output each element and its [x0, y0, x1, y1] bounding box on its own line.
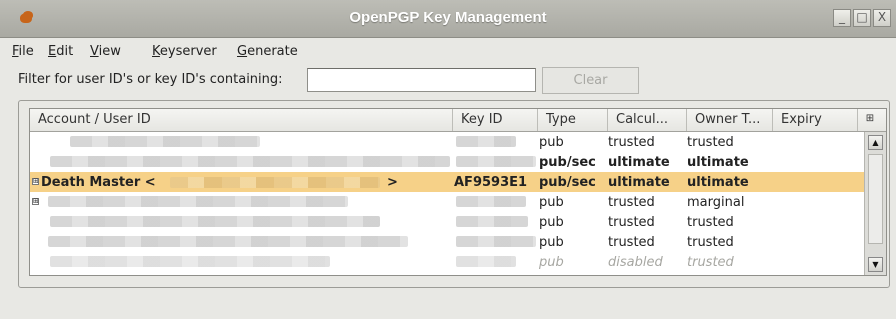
row-type: pub	[539, 215, 564, 230]
row-owner-trust: trusted	[687, 135, 734, 150]
redacted-user-id	[50, 216, 380, 227]
menu-keyserver-label: eyserver	[159, 44, 217, 59]
menu-file-label: ile	[18, 44, 34, 59]
row-owner-trust: marginal	[687, 195, 745, 210]
key-table[interactable]: Account / User ID Key ID Type Calcul... …	[29, 108, 887, 276]
clear-button[interactable]: Clear	[542, 67, 639, 94]
minimize-button[interactable]: _	[833, 9, 851, 27]
redacted-key-id	[456, 256, 516, 267]
menu-file[interactable]: File	[12, 44, 34, 59]
table-row-selected[interactable]: ⊞ Death Master < > AF9593E1 pub/sec ulti…	[30, 172, 864, 192]
row-type: pub/sec	[539, 175, 596, 190]
column-header-owner-trust[interactable]: Owner T...	[687, 109, 773, 131]
menu-generate[interactable]: Generate	[237, 44, 298, 59]
close-button[interactable]: X	[873, 9, 891, 27]
redacted-key-id	[456, 216, 528, 227]
scroll-down-icon[interactable]: ▼	[868, 257, 883, 272]
row-calculated-trust: trusted	[608, 135, 655, 150]
row-calculated-trust: disabled	[608, 255, 663, 270]
window-title: OpenPGP Key Management	[349, 9, 547, 26]
row-owner-trust: ultimate	[687, 155, 749, 170]
row-calculated-trust: ultimate	[608, 175, 670, 190]
row-owner-trust: trusted	[687, 235, 734, 250]
expand-icon[interactable]: ⊞	[32, 178, 39, 185]
table-row[interactable]: pub/sec ultimate ultimate	[30, 152, 864, 172]
column-header-expiry[interactable]: Expiry	[773, 109, 858, 131]
row-calculated-trust: trusted	[608, 195, 655, 210]
table-header: Account / User ID Key ID Type Calcul... …	[30, 109, 886, 132]
row-type: pub	[539, 255, 564, 270]
menu-edit[interactable]: Edit	[48, 44, 73, 59]
menu-view-label: iew	[98, 44, 121, 59]
row-owner-trust: trusted	[687, 215, 734, 230]
menubar: File Edit View Keyserver Generate	[0, 38, 896, 64]
column-header-calculated-trust[interactable]: Calcul...	[608, 109, 687, 131]
menu-keyserver[interactable]: Keyserver	[152, 44, 217, 59]
menu-edit-mnemonic: E	[48, 44, 57, 59]
redacted-user-id	[48, 196, 348, 207]
row-calculated-trust: trusted	[608, 215, 655, 230]
row-key-id: AF9593E1	[454, 175, 528, 190]
redacted-user-id	[50, 256, 330, 267]
redacted-key-id	[456, 136, 516, 147]
column-header-key-id[interactable]: Key ID	[453, 109, 538, 131]
expand-icon[interactable]: ⊞	[32, 198, 39, 205]
table-row[interactable]: ⊞ pub trusted marginal	[30, 192, 864, 212]
redacted-user-id	[50, 156, 450, 167]
column-header-user-id[interactable]: Account / User ID	[30, 109, 453, 131]
menu-view-mnemonic: V	[90, 44, 99, 59]
menu-generate-mnemonic: G	[237, 44, 248, 59]
row-type: pub	[539, 235, 564, 250]
row-type: pub/sec	[539, 155, 596, 170]
row-owner-trust: trusted	[687, 255, 734, 270]
filter-input[interactable]	[307, 68, 536, 92]
scrollbar-thumb[interactable]	[868, 154, 883, 244]
window-titlebar[interactable]: OpenPGP Key Management _ □ X	[0, 0, 896, 38]
filter-label: Filter for user ID's or key ID's contain…	[18, 72, 283, 87]
table-row[interactable]: pub trusted trusted	[30, 232, 864, 252]
menu-generate-label: enerate	[247, 44, 298, 59]
redacted-user-id	[48, 236, 408, 247]
vertical-scrollbar[interactable]: ▲ ▼	[864, 132, 886, 275]
row-type: pub	[539, 135, 564, 150]
row-calculated-trust: trusted	[608, 235, 655, 250]
redacted-email	[170, 177, 380, 188]
maximize-button[interactable]: □	[853, 9, 871, 27]
column-header-type[interactable]: Type	[538, 109, 608, 131]
row-type: pub	[539, 195, 564, 210]
row-user-id-name: Death Master <	[41, 175, 156, 190]
scroll-up-icon[interactable]: ▲	[868, 135, 883, 150]
redacted-user-id	[70, 136, 260, 147]
menu-keyserver-mnemonic: K	[152, 44, 160, 59]
redacted-key-id	[456, 236, 536, 247]
table-row[interactable]: pub trusted trusted	[30, 212, 864, 232]
table-row[interactable]: pub disabled trusted	[30, 252, 864, 272]
menu-edit-label: dit	[56, 44, 74, 59]
row-owner-trust: ultimate	[687, 175, 749, 190]
row-calculated-trust: ultimate	[608, 155, 670, 170]
menu-view[interactable]: View	[90, 44, 121, 59]
row-user-id-close: >	[387, 175, 398, 190]
column-picker-icon[interactable]: ⊞	[863, 112, 877, 126]
redacted-key-id	[456, 156, 536, 167]
redacted-key-id	[456, 196, 526, 207]
table-row[interactable]: pub trusted trusted	[30, 132, 864, 152]
